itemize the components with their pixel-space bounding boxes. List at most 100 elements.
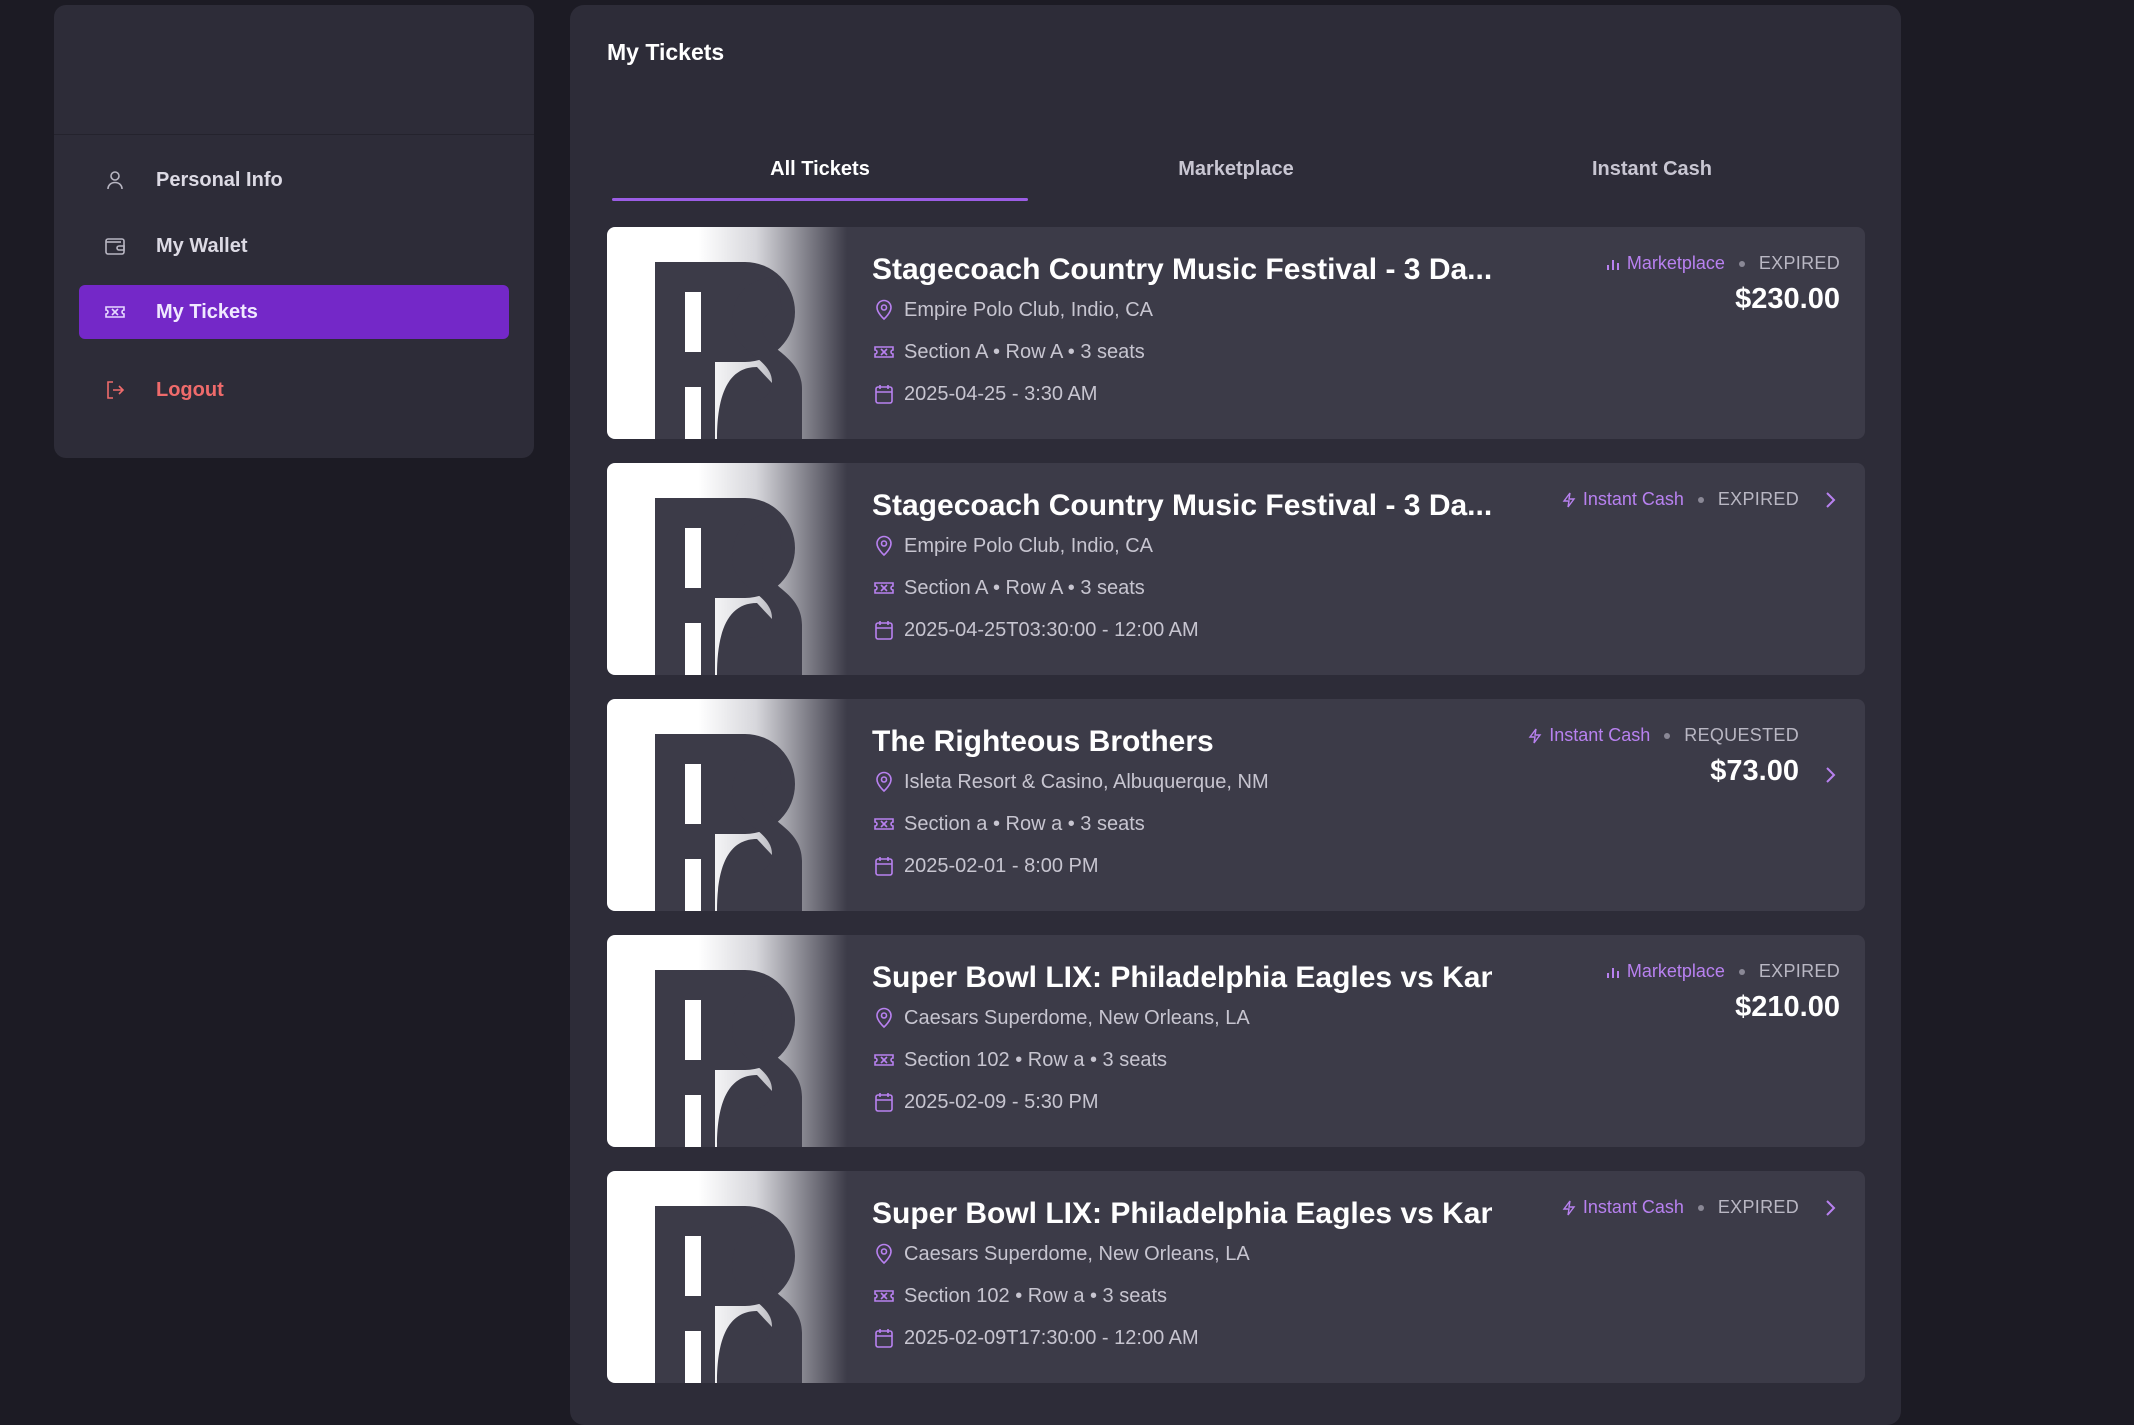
- event-title: Stagecoach Country Music Festival - 3 Da…: [872, 489, 1492, 522]
- ticket-icon: [872, 576, 896, 600]
- ticket-tabs: All Tickets Marketplace Instant Cash: [612, 145, 1860, 201]
- status-badge: EXPIRED: [1758, 961, 1840, 981]
- ticket-price: $73.00: [1710, 755, 1799, 787]
- event-date: 2025-02-09T17:30:00 - 12:00 AM: [872, 1326, 1199, 1350]
- tab-all-tickets[interactable]: All Tickets: [612, 145, 1028, 201]
- sidebar-header: [54, 5, 534, 135]
- event-date: 2025-02-01 - 8:00 PM: [872, 854, 1099, 878]
- ticket-card[interactable]: Super Bowl LIX: Philadelphia Eagles vs K…: [607, 935, 1865, 1147]
- bar-chart-icon: [1606, 259, 1619, 270]
- sidebar-item-logout[interactable]: Logout: [79, 363, 509, 417]
- sidebar-item-personal-info[interactable]: Personal Info: [79, 153, 509, 207]
- ticket-status-line: Instant Cash EXPIRED: [1561, 489, 1799, 510]
- event-seats: Section A • Row A • 3 seats: [872, 340, 1145, 364]
- lightning-icon: [1562, 1200, 1576, 1215]
- sidebar-item-label: My Wallet: [156, 234, 248, 257]
- brand-logo-icon: [655, 262, 802, 439]
- brand-logo-icon: [655, 734, 802, 911]
- separator-dot: [1664, 732, 1671, 739]
- seats-text: Section 102 • Row a • 3 seats: [904, 1048, 1168, 1071]
- sidebar-nav: Personal Info My Wallet My Tickets Logou…: [54, 135, 534, 417]
- source-label: Instant Cash: [1582, 1197, 1684, 1217]
- tab-instant-cash[interactable]: Instant Cash: [1444, 145, 1860, 201]
- ticket-card[interactable]: Stagecoach Country Music Festival - 3 Da…: [607, 463, 1865, 675]
- separator-dot: [1738, 968, 1745, 975]
- wallet-icon: [103, 234, 127, 258]
- sidebar-item-my-wallet[interactable]: My Wallet: [79, 219, 509, 273]
- event-venue: Empire Polo Club, Indio, CA: [872, 534, 1153, 558]
- sidebar: Personal Info My Wallet My Tickets Logou…: [54, 5, 534, 458]
- location-pin-icon: [872, 1006, 896, 1030]
- brand-logo-icon: [655, 498, 802, 675]
- page-title: My Tickets: [607, 39, 725, 65]
- ticket-price: $210.00: [1735, 991, 1840, 1023]
- location-pin-icon: [872, 534, 896, 558]
- bar-chart-icon: [1606, 967, 1619, 978]
- event-venue: Caesars Superdome, New Orleans, LA: [872, 1242, 1250, 1266]
- sidebar-item-label: Logout: [156, 378, 224, 401]
- event-venue: Isleta Resort & Casino, Albuquerque, NM: [872, 770, 1269, 794]
- ticket-status-line: Instant Cash REQUESTED: [1527, 725, 1799, 746]
- sidebar-item-my-tickets[interactable]: My Tickets: [79, 285, 509, 339]
- chevron-right-icon[interactable]: [1819, 489, 1841, 511]
- separator-dot: [1697, 1204, 1704, 1211]
- brand-logo-icon: [655, 970, 802, 1147]
- source-label: Instant Cash: [1549, 725, 1651, 745]
- source-label: Marketplace: [1626, 253, 1725, 273]
- event-thumbnail: [607, 935, 847, 1147]
- seats-text: Section 102 • Row a • 3 seats: [904, 1284, 1168, 1307]
- seats-text: Section A • Row A • 3 seats: [904, 576, 1145, 599]
- lightning-icon: [1528, 728, 1542, 743]
- venue-text: Caesars Superdome, New Orleans, LA: [904, 1242, 1250, 1265]
- calendar-icon: [872, 618, 896, 642]
- event-title: The Righteous Brothers: [872, 725, 1214, 758]
- event-thumbnail: [607, 699, 847, 911]
- ticket-icon: [872, 1284, 896, 1308]
- listing-source: Instant Cash: [1561, 1197, 1684, 1218]
- date-text: 2025-02-01 - 8:00 PM: [904, 854, 1099, 877]
- listing-source: Instant Cash: [1527, 725, 1650, 746]
- event-title: Stagecoach Country Music Festival - 3 Da…: [872, 253, 1492, 286]
- date-text: 2025-02-09 - 5:30 PM: [904, 1090, 1099, 1113]
- event-seats: Section A • Row A • 3 seats: [872, 576, 1145, 600]
- event-venue: Caesars Superdome, New Orleans, LA: [872, 1006, 1250, 1030]
- event-thumbnail: [607, 1171, 847, 1383]
- chevron-right-icon[interactable]: [1819, 764, 1841, 786]
- ticket-icon: [872, 340, 896, 364]
- event-thumbnail: [607, 227, 847, 439]
- calendar-icon: [872, 1326, 896, 1350]
- logout-icon: [103, 378, 127, 402]
- ticket-status-line: Instant Cash EXPIRED: [1561, 1197, 1799, 1218]
- separator-dot: [1697, 496, 1704, 503]
- event-title: Super Bowl LIX: Philadelphia Eagles vs K…: [872, 961, 1492, 994]
- sidebar-item-label: Personal Info: [156, 168, 283, 191]
- source-label: Marketplace: [1626, 961, 1725, 981]
- calendar-icon: [872, 1090, 896, 1114]
- event-venue: Empire Polo Club, Indio, CA: [872, 298, 1153, 322]
- calendar-icon: [872, 854, 896, 878]
- listing-source: Marketplace: [1605, 961, 1725, 982]
- chevron-right-icon[interactable]: [1819, 1197, 1841, 1219]
- ticket-icon: [872, 812, 896, 836]
- venue-text: Empire Polo Club, Indio, CA: [904, 534, 1154, 557]
- venue-text: Caesars Superdome, New Orleans, LA: [904, 1006, 1250, 1029]
- ticket-card[interactable]: The Righteous Brothers Isleta Resort & C…: [607, 699, 1865, 911]
- ticket-icon: [872, 1048, 896, 1072]
- tickets-panel: My Tickets All Tickets Marketplace Insta…: [570, 5, 1901, 1425]
- venue-text: Isleta Resort & Casino, Albuquerque, NM: [904, 770, 1269, 793]
- ticket-card[interactable]: Super Bowl LIX: Philadelphia Eagles vs K…: [607, 1171, 1865, 1383]
- status-badge: EXPIRED: [1717, 1197, 1799, 1217]
- date-text: 2025-04-25 - 3:30 AM: [904, 382, 1098, 405]
- location-pin-icon: [872, 770, 896, 794]
- event-date: 2025-04-25 - 3:30 AM: [872, 382, 1097, 406]
- ticket-card[interactable]: Stagecoach Country Music Festival - 3 Da…: [607, 227, 1865, 439]
- listing-source: Instant Cash: [1561, 489, 1684, 510]
- location-pin-icon: [872, 298, 896, 322]
- tab-marketplace[interactable]: Marketplace: [1028, 145, 1444, 201]
- ticket-price: $230.00: [1735, 283, 1840, 315]
- event-seats: Section 102 • Row a • 3 seats: [872, 1284, 1167, 1308]
- venue-text: Empire Polo Club, Indio, CA: [904, 298, 1154, 321]
- brand-logo-icon: [655, 1206, 802, 1383]
- sidebar-item-label: My Tickets: [156, 300, 258, 323]
- date-text: 2025-04-25T03:30:00 - 12:00 AM: [904, 618, 1199, 641]
